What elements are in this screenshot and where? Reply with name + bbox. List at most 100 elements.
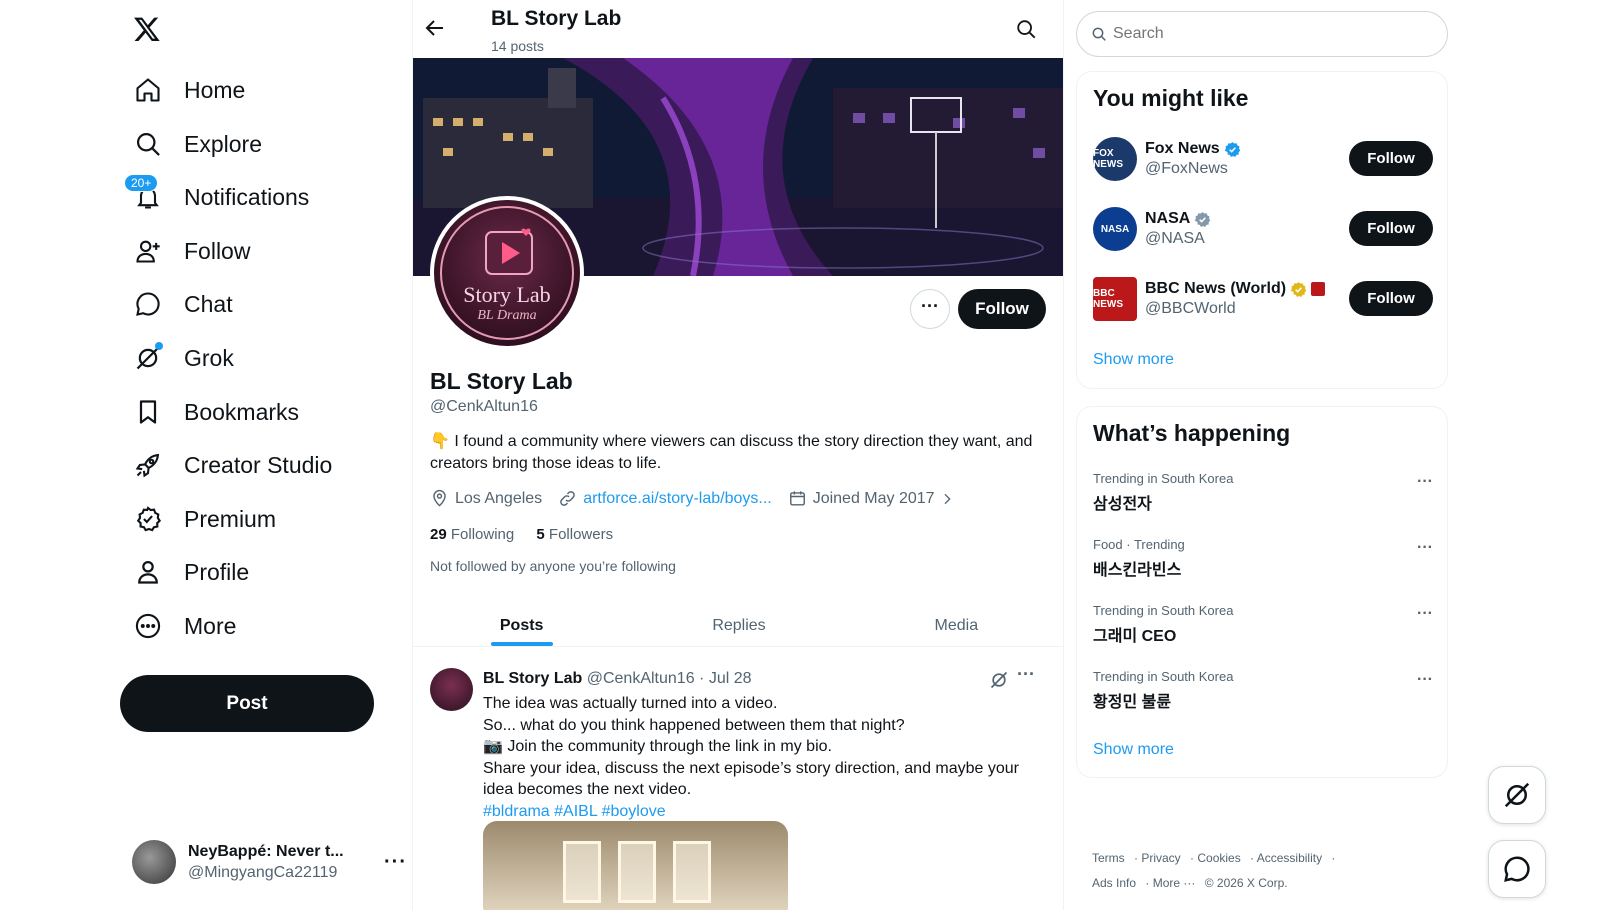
trend-more-icon[interactable]: ··· [1417,671,1433,689]
grok-icon[interactable] [989,670,1009,690]
followers-label: Followers [548,526,614,543]
post-line: The idea was actually turned into a vide… [483,695,778,712]
nav-follow[interactable]: Follow [120,227,264,275]
grok-icon [1504,782,1530,808]
not-followed-note: Not followed by anyone you’re following [430,558,676,574]
post-line: 📷 Join the community through the link in… [483,738,832,755]
trend-topic: 황정민 불륜 [1093,694,1172,711]
search-icon[interactable] [1015,18,1039,42]
more-dots-icon[interactable]: ··· [384,851,407,874]
nav-home[interactable]: Home [120,66,259,114]
avatar [132,840,176,884]
followers-link[interactable]: 5 Followers [536,526,613,543]
trend-more-icon[interactable]: ··· [1417,605,1433,623]
chat-icon [134,290,162,318]
trend-more-icon[interactable]: ··· [1417,539,1433,557]
post-header: BL Story Lab @CenkAltun16 · Jul 28 [483,670,752,688]
trend-item[interactable]: Food · Trending 배스킨라빈스 ··· [1093,537,1433,580]
window-shape [618,841,656,903]
tab-posts[interactable]: Posts [413,597,630,646]
post-item[interactable]: BL Story Lab @CenkAltun16 · Jul 28 ··· T… [413,656,1063,910]
post-button[interactable]: Post [120,675,374,732]
tab-replies[interactable]: Replies [630,597,847,646]
trend-context: Trending in South Korea [1093,603,1234,618]
nav-bookmarks[interactable]: Bookmarks [120,388,313,436]
followers-count: 5 [536,526,545,543]
profile-more-button[interactable]: ··· [910,289,950,329]
back-arrow-icon[interactable] [423,16,449,42]
post-media-image[interactable] [483,821,788,910]
footer-links: Terms · Privacy · Cookies · Accessibilit… [1092,851,1336,890]
post-hashtags[interactable]: #bldrama #AIBL #boylove [483,801,1053,823]
search-box[interactable] [1076,11,1448,57]
suggestion-name: BBC News (World) [1145,280,1287,297]
link-icon [560,491,576,506]
suggestion-handle: @NASA [1145,230,1205,247]
chat-fab-button[interactable] [1488,840,1546,898]
account-handle: @MingyangCa22119 [188,863,338,881]
nav-more[interactable]: More [120,602,250,650]
follow-button[interactable]: Follow [1349,141,1433,176]
website-item: artforce.ai/story-lab/boys... [558,489,772,508]
suggestion-item[interactable]: BBC NEWS BBC News (World) @BBCWorld Foll… [1093,276,1433,322]
avatar-logo-text: Story Lab [463,282,551,307]
profile-name: BL Story Lab [430,368,573,394]
avatar: NASA [1093,207,1137,251]
nav-label: Home [184,76,246,103]
tab-media[interactable]: Media [848,597,1063,646]
following-link[interactable]: 29 Following [430,526,514,543]
trend-topic: 배스킨라빈스 [1093,562,1182,579]
footer-link[interactable]: Accessibility [1257,851,1322,865]
new-dot [155,342,163,350]
profile-icon [134,558,162,586]
post-avatar[interactable] [430,668,473,711]
show-more-link[interactable]: Show more [1093,741,1174,759]
follow-button[interactable]: Follow [1349,211,1433,246]
follow-button[interactable]: Follow [1349,281,1433,316]
nav-notifications[interactable]: 20+ Notifications [120,173,323,221]
trend-topic: 삼성전자 [1093,496,1152,513]
following-label: Following [450,526,515,543]
x-logo-icon[interactable] [133,15,165,47]
nav-premium[interactable]: Premium [120,495,290,543]
footer-link[interactable]: Cookies [1197,851,1240,865]
grok-fab-button[interactable] [1488,766,1546,824]
footer-link[interactable]: Ads Info [1092,876,1136,890]
search-input[interactable] [1113,25,1413,43]
location-text: Los Angeles [455,489,543,507]
chat-icon [1504,856,1530,882]
footer-link[interactable]: Terms [1092,851,1125,865]
show-more-link[interactable]: Show more [1093,351,1174,369]
trend-item[interactable]: Trending in South Korea 삼성전자 ··· [1093,471,1433,514]
joined-item[interactable]: Joined May 2017 [788,489,961,508]
footer-link[interactable]: More ··· [1153,876,1196,890]
post-more-icon[interactable]: ··· [1017,664,1035,685]
left-sidebar: Home Explore 20+ Notifications Follow Ch… [0,0,412,910]
trend-topic: 그래미 CEO [1093,628,1177,645]
nav-chat[interactable]: Chat [120,280,247,328]
nav-profile[interactable]: Profile [120,548,263,596]
nav-label: Grok [184,344,234,371]
suggestion-item[interactable]: FOX NEWS Fox News @FoxNews Follow [1093,136,1433,182]
trend-item[interactable]: Trending in South Korea 그래미 CEO ··· [1093,603,1433,646]
suggestion-item[interactable]: NASA NASA @NASA Follow [1093,206,1433,252]
trend-more-icon[interactable]: ··· [1417,473,1433,491]
post-author[interactable]: BL Story Lab [483,670,582,687]
nav-explore[interactable]: Explore [120,120,276,168]
footer-link[interactable]: Privacy [1141,851,1180,865]
nav-label: Creator Studio [184,451,333,478]
avatar-logo-subtext: BL Drama [477,308,537,323]
website-link[interactable]: artforce.ai/story-lab/boys... [583,490,772,508]
profile-avatar[interactable]: Story Lab BL Drama [430,196,584,350]
nav-label: Explore [184,130,262,157]
follow-button[interactable]: Follow [958,289,1046,329]
nav-label: More [184,612,237,639]
nav-creator-studio[interactable]: Creator Studio [120,441,346,489]
account-switcher[interactable]: NeyBappé: Never t... @MingyangCa22119 ··… [120,832,410,892]
verified-badge-icon [1290,281,1307,297]
whats-happening-card: What’s happening Trending in South Korea… [1076,406,1448,778]
nav-grok[interactable]: Grok [120,334,248,382]
trend-item[interactable]: Trending in South Korea 황정민 불륜 ··· [1093,669,1433,712]
profile-bio: 👇 I found a community where viewers can … [430,431,1045,475]
avatar: FOX NEWS [1093,137,1137,181]
